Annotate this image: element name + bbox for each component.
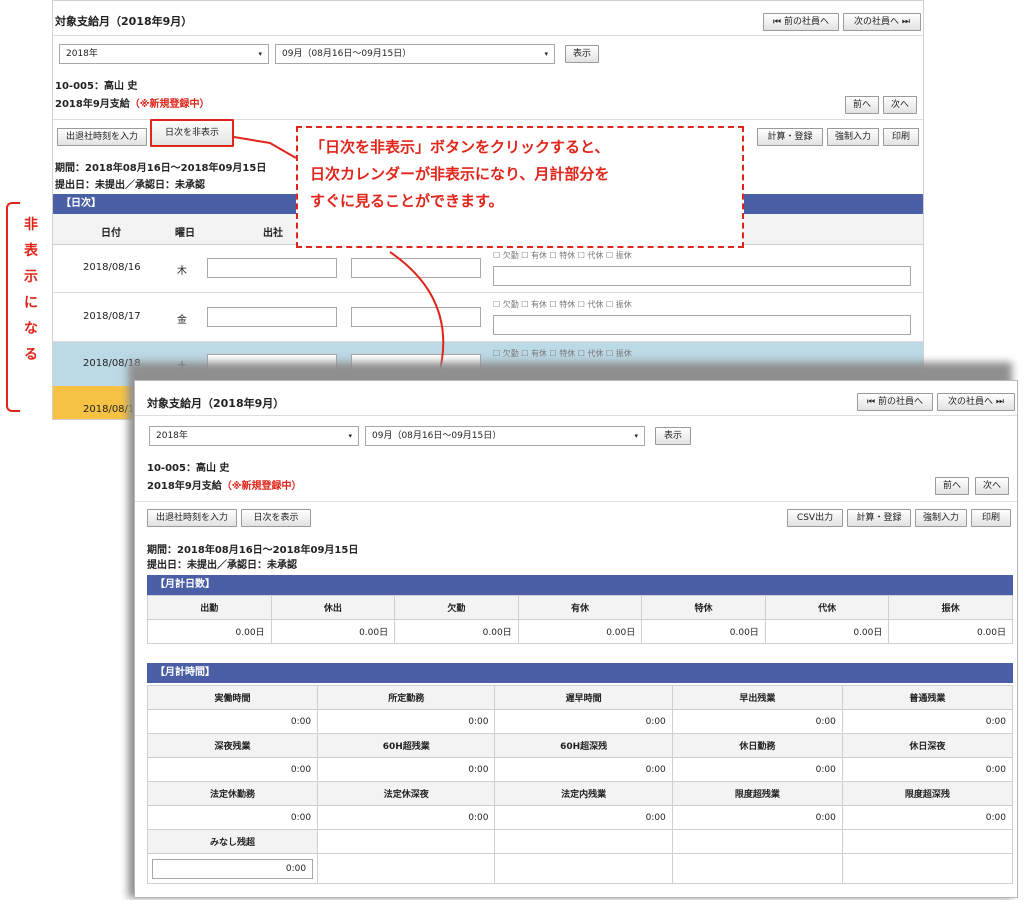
front-divider bbox=[135, 415, 1017, 416]
days-val: 0.00日 bbox=[147, 619, 272, 644]
time-val: 0:00 bbox=[671, 805, 843, 830]
empty-cell bbox=[317, 853, 496, 884]
time-label: 限度超深残 bbox=[841, 781, 1014, 806]
table-row: 0:00 bbox=[146, 853, 1014, 884]
front-month-value: 09月（08月16日〜09月15日） bbox=[372, 431, 502, 441]
time-val: 0:00 bbox=[841, 805, 1014, 830]
chevron-down-icon: ▾ bbox=[634, 432, 638, 440]
table-row: 深夜残業 60H超残業 60H超深残 休日勤務 休日深夜 bbox=[146, 733, 1014, 758]
empty-cell bbox=[671, 853, 843, 884]
front-next-employee-button[interactable]: 次の社員へ ⏭ bbox=[937, 393, 1015, 411]
days-col: 欠勤 bbox=[394, 595, 519, 620]
front-employee-name: 10-005：高山 史 bbox=[147, 463, 230, 474]
deemed-cell: 0:00 bbox=[146, 853, 319, 884]
time-val: 0:00 bbox=[841, 709, 1014, 734]
time-val: 0:00 bbox=[317, 805, 496, 830]
front-month-select[interactable]: 09月（08月16日〜09月15日） ▾ bbox=[365, 426, 645, 446]
table-row: 実働時間 所定勤務 遅早時間 早出残業 普通残業 bbox=[146, 685, 1014, 710]
table-row: みなし残超 bbox=[146, 829, 1014, 854]
time-val: 0:00 bbox=[494, 757, 673, 782]
empty-cell bbox=[671, 829, 843, 854]
front-next-button[interactable]: 次へ bbox=[975, 477, 1009, 495]
days-val: 0.00日 bbox=[888, 619, 1013, 644]
time-label: 遅早時間 bbox=[494, 685, 673, 710]
time-val: 0:00 bbox=[146, 709, 319, 734]
front-page-title: 対象支給月（2018年9月） bbox=[147, 397, 285, 410]
time-val: 0:00 bbox=[146, 757, 319, 782]
time-label: 法定休深夜 bbox=[317, 781, 496, 806]
front-print-button[interactable]: 印刷 bbox=[971, 509, 1011, 527]
front-divider-2 bbox=[135, 501, 1017, 502]
days-col: 代休 bbox=[764, 595, 890, 620]
days-val: 0.00日 bbox=[394, 619, 519, 644]
time-label: 60H超残業 bbox=[317, 733, 496, 758]
days-val: 0.00日 bbox=[517, 619, 643, 644]
table-row: 出勤 休出 欠勤 有休 特休 代休 振休 bbox=[147, 595, 1013, 620]
days-col: 有休 bbox=[517, 595, 643, 620]
time-label: 早出残業 bbox=[671, 685, 843, 710]
front-year-select[interactable]: 2018年 ▾ bbox=[149, 426, 359, 446]
empty-cell bbox=[494, 853, 673, 884]
time-val: 0:00 bbox=[841, 757, 1014, 782]
front-pay-label: 2018年9月支給（※新規登録中） bbox=[147, 477, 302, 492]
front-calc-button[interactable]: 計算・登録 bbox=[847, 509, 911, 527]
time-val: 0:00 bbox=[494, 805, 673, 830]
time-label: 休日勤務 bbox=[671, 733, 843, 758]
table-row: 0:00 0:00 0:00 0:00 0:00 bbox=[146, 805, 1014, 830]
days-val: 0.00日 bbox=[270, 619, 396, 644]
front-pay-status: （※新規登録中） bbox=[221, 481, 302, 492]
time-label: 実働時間 bbox=[146, 685, 319, 710]
front-prev-button[interactable]: 前へ bbox=[935, 477, 969, 495]
time-label: 深夜残業 bbox=[146, 733, 319, 758]
time-label: 法定休勤務 bbox=[146, 781, 319, 806]
time-label: 休日深夜 bbox=[841, 733, 1014, 758]
time-label: 所定勤務 bbox=[317, 685, 496, 710]
front-time-header: 【月計時間】 bbox=[147, 663, 1013, 683]
time-label: 法定内残業 bbox=[494, 781, 673, 806]
time-label: 限度超残業 bbox=[671, 781, 843, 806]
front-csv-button[interactable]: CSV出力 bbox=[787, 509, 843, 527]
days-col: 出勤 bbox=[147, 595, 272, 620]
time-label: みなし残超 bbox=[146, 829, 319, 854]
time-val: 0:00 bbox=[671, 757, 843, 782]
time-val: 0:00 bbox=[317, 757, 496, 782]
days-val: 0.00日 bbox=[764, 619, 890, 644]
table-row: 0:00 0:00 0:00 0:00 0:00 bbox=[146, 757, 1014, 782]
front-input-clock-button[interactable]: 出退社時刻を入力 bbox=[147, 509, 237, 527]
time-val: 0:00 bbox=[317, 709, 496, 734]
front-force-button[interactable]: 強制入力 bbox=[915, 509, 967, 527]
days-col: 特休 bbox=[641, 595, 766, 620]
time-label: 普通残業 bbox=[841, 685, 1014, 710]
connector-arrow bbox=[233, 136, 297, 159]
front-show-button[interactable]: 表示 bbox=[655, 427, 691, 445]
empty-cell bbox=[841, 829, 1014, 854]
down-arrow bbox=[389, 251, 445, 379]
empty-cell bbox=[841, 853, 1014, 884]
front-screen: 対象支給月（2018年9月） ⏮ 前の社員へ 次の社員へ ⏭ 2018年 ▾ 09… bbox=[134, 380, 1018, 898]
table-row: 法定休勤務 法定休深夜 法定内残業 限度超残業 限度超深残 bbox=[146, 781, 1014, 806]
front-pay-month: 2018年9月支給 bbox=[147, 481, 222, 492]
front-time-table: 実働時間 所定勤務 遅早時間 早出残業 普通残業 0:00 0:00 0:00 … bbox=[146, 685, 1014, 884]
days-col: 振休 bbox=[888, 595, 1013, 620]
front-prev-employee-button[interactable]: ⏮ 前の社員へ bbox=[857, 393, 933, 411]
front-year-value: 2018年 bbox=[156, 431, 188, 441]
days-val: 0.00日 bbox=[641, 619, 766, 644]
front-submit-status: 提出日：未提出／承認日：未承認 bbox=[147, 560, 297, 571]
days-col: 休出 bbox=[270, 595, 396, 620]
table-row: 0:00 0:00 0:00 0:00 0:00 bbox=[146, 709, 1014, 734]
empty-cell bbox=[317, 829, 496, 854]
deemed-input[interactable]: 0:00 bbox=[152, 858, 314, 879]
front-days-table: 出勤 休出 欠勤 有休 特休 代休 振休 0.00日 0.00日 0.00日 0… bbox=[147, 595, 1013, 644]
empty-cell bbox=[494, 829, 673, 854]
time-val: 0:00 bbox=[494, 709, 673, 734]
table-row: 0.00日 0.00日 0.00日 0.00日 0.00日 0.00日 0.00… bbox=[147, 619, 1013, 644]
time-label: 60H超深残 bbox=[494, 733, 673, 758]
front-period: 期間：2018年08月16日〜2018年09月15日 bbox=[147, 545, 359, 556]
time-val: 0:00 bbox=[146, 805, 319, 830]
front-days-header: 【月計日数】 bbox=[147, 575, 1013, 595]
time-val: 0:00 bbox=[671, 709, 843, 734]
front-show-daily-button[interactable]: 日次を表示 bbox=[241, 509, 311, 527]
chevron-down-icon: ▾ bbox=[348, 432, 352, 440]
